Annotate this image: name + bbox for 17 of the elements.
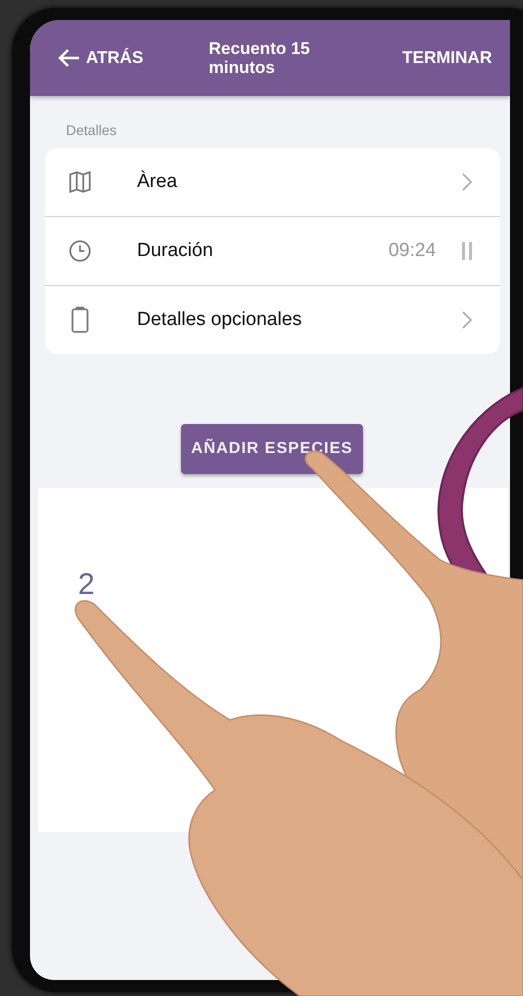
details-row[interactable]: Duración 09:24 — [45, 216, 500, 285]
add-species-button[interactable]: AÑADIR ESPECIES — [181, 424, 363, 474]
species-count: 2 — [78, 568, 95, 601]
back-arrow-icon — [58, 49, 80, 67]
section-label: Detalles — [66, 122, 118, 138]
map-icon — [67, 169, 93, 195]
details-row[interactable]: Detalles opcionales — [45, 285, 500, 354]
pause-icon[interactable] — [462, 242, 472, 260]
duration-value: 09:24 — [388, 240, 436, 262]
row-label: Detalles opcionales — [137, 309, 303, 331]
back-button[interactable]: ATRÁS — [54, 44, 148, 72]
row-label: Duración — [137, 240, 214, 262]
row-label: Àrea — [137, 171, 178, 193]
clock-icon — [67, 238, 93, 264]
screen-title: Recuento 15 minutos — [208, 39, 311, 77]
details-row[interactable]: Àrea — [45, 148, 500, 216]
finish-button[interactable]: TERMINAR — [398, 44, 496, 72]
